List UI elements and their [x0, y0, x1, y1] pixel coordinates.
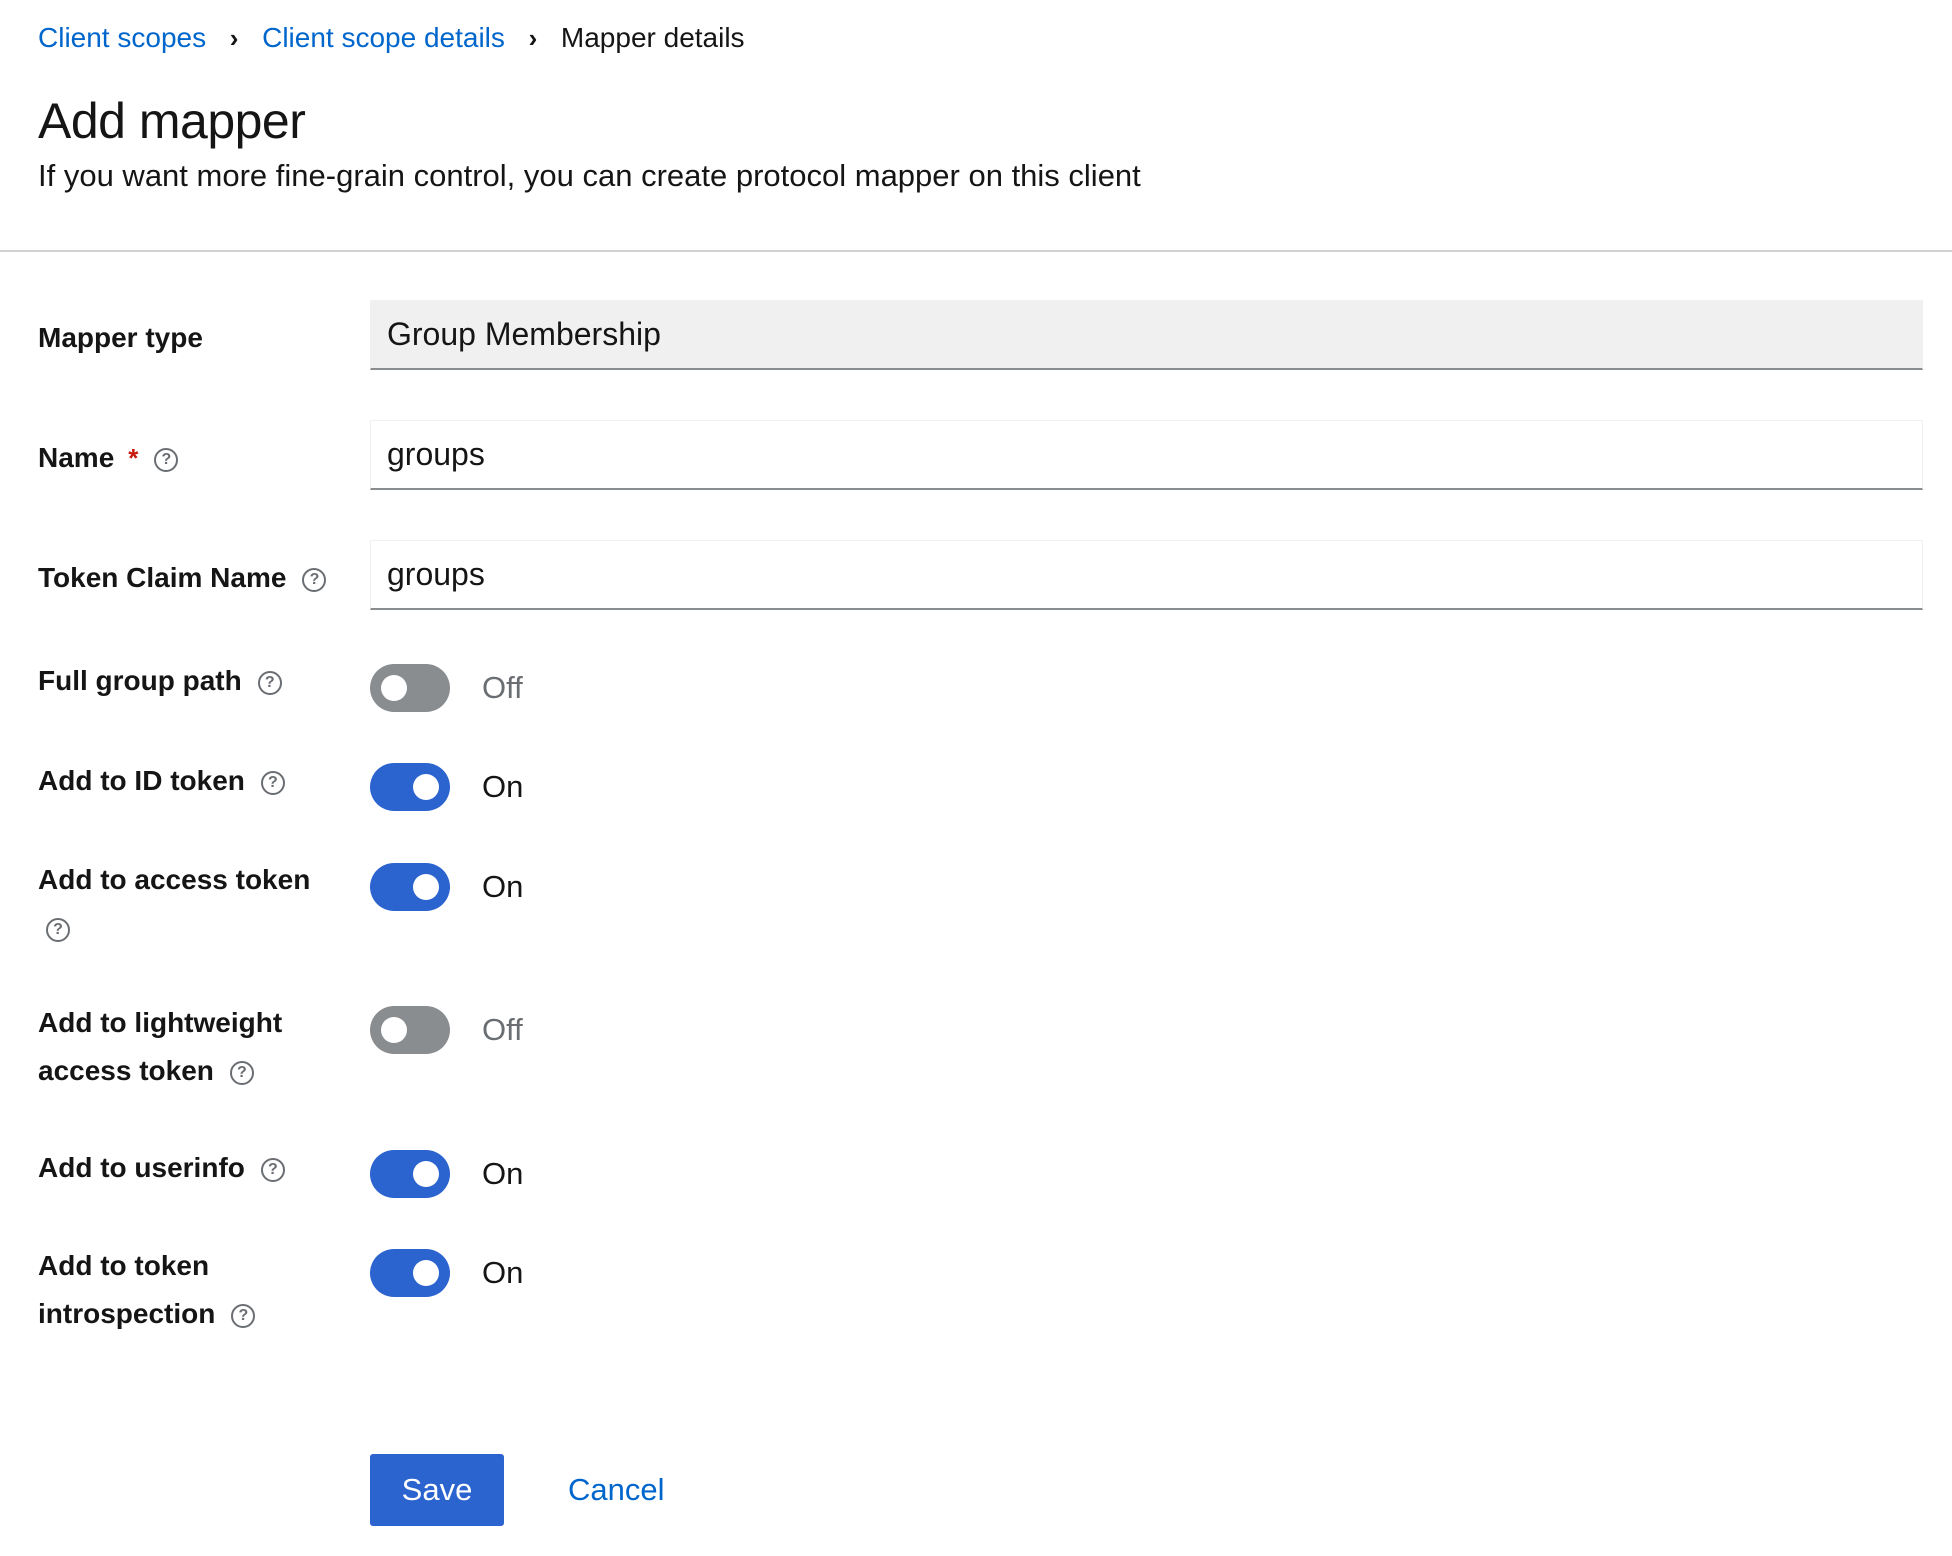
cancel-button[interactable]: Cancel: [548, 1454, 685, 1526]
mapper-type-field: Group Membership: [370, 300, 1923, 370]
page-subtitle: If you want more fine-grain control, you…: [38, 158, 1141, 193]
token-claim-name-input[interactable]: [387, 556, 1906, 593]
switch-knob: [381, 675, 407, 701]
header-divider: [0, 250, 1952, 252]
name-label: Name: [38, 442, 115, 473]
mapper-type-label: Mapper type: [38, 322, 203, 353]
save-button[interactable]: Save: [370, 1454, 504, 1526]
add-to-id-token-label-group: Add to ID token?: [38, 757, 338, 805]
add-to-token-introspection-switch[interactable]: [370, 1249, 450, 1297]
breadcrumb-client-scopes[interactable]: Client scopes: [38, 22, 206, 54]
breadcrumb: Client scopes › Client scope details › M…: [38, 18, 745, 58]
required-marker: *: [128, 443, 139, 473]
add-to-userinfo-state: On: [482, 1156, 524, 1191]
add-to-id-token-switch[interactable]: [370, 763, 450, 811]
breadcrumb-client-scope-details[interactable]: Client scope details: [262, 22, 505, 54]
add-to-lightweight-access-token-state: Off: [482, 1012, 523, 1047]
name-input[interactable]: [387, 436, 1906, 473]
switch-knob: [413, 1161, 439, 1187]
mapper-type-value: Group Membership: [387, 316, 661, 352]
full-group-path-state: Off: [482, 670, 523, 705]
help-icon[interactable]: ?: [257, 670, 282, 695]
token-claim-name-label-group: Token Claim Name?: [38, 554, 338, 602]
add-to-userinfo-switch[interactable]: [370, 1150, 450, 1198]
switch-knob: [413, 1260, 439, 1286]
add-to-id-token-state: On: [482, 769, 524, 804]
switch-knob: [413, 774, 439, 800]
chevron-right-icon: ›: [229, 22, 239, 53]
help-icon[interactable]: ?: [229, 1060, 254, 1085]
full-group-path-switch[interactable]: [370, 664, 450, 712]
add-to-access-token-switch[interactable]: [370, 863, 450, 911]
help-icon[interactable]: ?: [260, 770, 285, 795]
add-to-token-introspection-label-group: Add to token introspection?: [38, 1242, 278, 1338]
token-claim-name-field[interactable]: [370, 540, 1923, 610]
help-icon[interactable]: ?: [154, 447, 179, 472]
help-icon[interactable]: ?: [260, 1157, 285, 1182]
help-icon[interactable]: ?: [302, 567, 327, 592]
full-group-path-label: Full group path: [38, 665, 242, 696]
full-group-path-label-group: Full group path?: [38, 657, 338, 705]
add-to-access-token-label: Add to access token: [38, 864, 311, 895]
chevron-right-icon: ›: [528, 22, 538, 53]
help-icon[interactable]: ?: [231, 1303, 256, 1328]
switch-knob: [381, 1017, 407, 1043]
token-claim-name-label: Token Claim Name: [38, 562, 287, 593]
add-to-token-introspection-state: On: [482, 1255, 524, 1290]
breadcrumb-current: Mapper details: [560, 22, 745, 53]
add-to-lightweight-access-token-switch[interactable]: [370, 1006, 450, 1054]
name-field[interactable]: [370, 420, 1923, 490]
add-to-id-token-label: Add to ID token: [38, 765, 245, 796]
add-to-lightweight-access-token-label-group: Add to lightweight access token?: [38, 999, 308, 1095]
add-to-token-introspection-label: Add to token introspection: [38, 1250, 216, 1329]
add-to-userinfo-label-group: Add to userinfo?: [38, 1144, 338, 1192]
help-icon[interactable]: ?: [46, 917, 70, 942]
switch-knob: [413, 874, 439, 900]
add-to-access-token-label-group: Add to access token?: [38, 856, 328, 952]
add-to-access-token-state: On: [482, 869, 524, 904]
add-to-userinfo-label: Add to userinfo: [38, 1152, 245, 1183]
name-label-group: Name *?: [38, 434, 338, 482]
page-title: Add mapper: [38, 93, 306, 149]
